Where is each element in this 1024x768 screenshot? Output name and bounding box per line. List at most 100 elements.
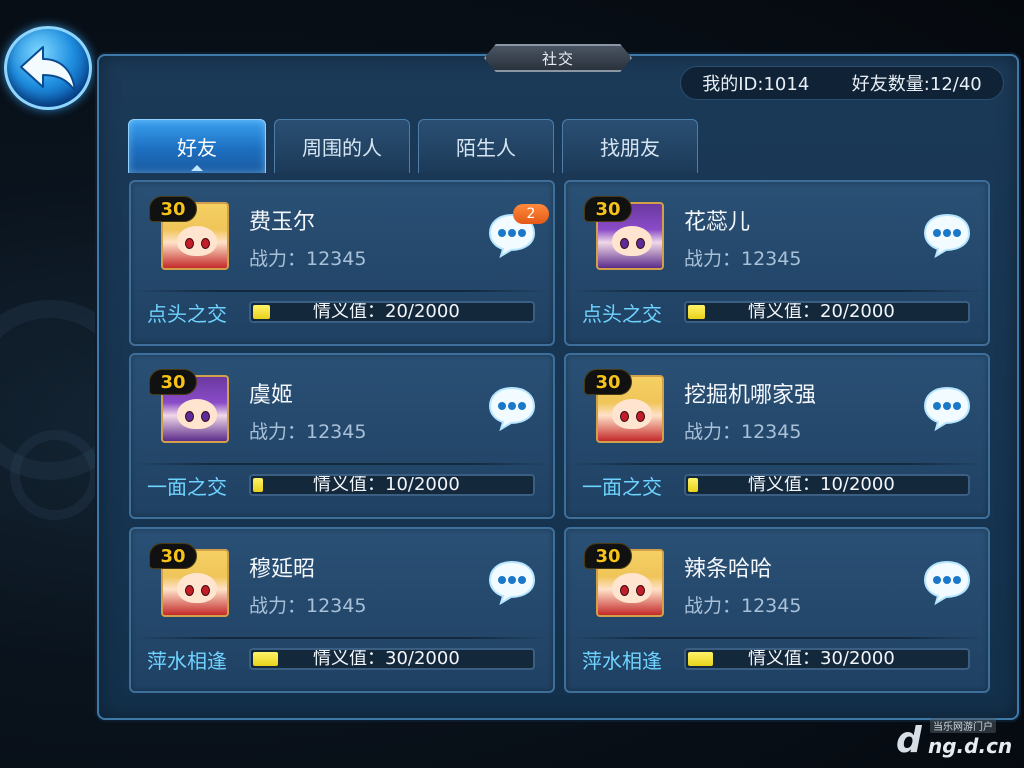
tab-label: 找朋友 [600,136,660,160]
friend-card[interactable]: 30 辣条哈哈 战力：12345 萍水相逢 情义值：30/2000 [564,527,990,693]
avatar-eye [636,238,645,249]
avatar-face [612,573,652,603]
intimacy-text: 情义值：20/2000 [748,301,895,322]
friend-name: 虞姬 [249,383,294,408]
relation-level: 点头之交 [147,302,227,326]
level-badge: 30 [584,196,632,222]
friend-card[interactable]: 30 费玉尔 战力：12345 2 点头之交 情义值：20/2000 [129,180,555,346]
background-swirl-small [10,430,100,520]
intimacy-text: 情义值：10/2000 [748,474,895,495]
tab-strangers[interactable]: 陌生人 [418,119,554,173]
chat-button[interactable] [487,385,537,432]
relation-level: 一面之交 [147,475,227,499]
friend-name: 花蕊儿 [684,210,751,235]
relation-level: 点头之交 [582,302,662,326]
tab-label: 陌生人 [456,136,516,160]
friend-power: 战力：12345 [684,421,802,443]
relation-level: 萍水相逢 [147,649,227,673]
friend-power: 战力：12345 [249,248,367,270]
chat-button[interactable] [922,559,972,606]
tab-nearby[interactable]: 周围的人 [274,119,410,173]
avatar-eye [620,585,629,596]
avatar-face [177,399,217,429]
intimacy-bar: 情义值：30/2000 [249,648,535,670]
intimacy-bar-fill [253,478,263,492]
card-divider [135,463,549,465]
friend-power: 战力：12345 [684,595,802,617]
level-badge: 30 [149,543,197,569]
chat-button[interactable] [487,559,537,606]
intimacy-text: 情义值：20/2000 [313,301,460,322]
avatar-eye [620,238,629,249]
card-divider [570,290,984,292]
level-badge: 30 [584,369,632,395]
panel-title: 社交 [484,44,632,72]
avatar-face [612,399,652,429]
chat-button[interactable] [922,212,972,259]
intimacy-bar-fill [688,652,713,666]
avatar-eye [620,411,629,422]
avatar-eye [636,411,645,422]
unread-badge: 2 [513,204,549,224]
friend-name: 费玉尔 [249,210,316,235]
avatar-face [177,226,217,256]
friend-card[interactable]: 30 挖掘机哪家强 战力：12345 一面之交 情义值：10/2000 [564,353,990,519]
intimacy-text: 情义值：10/2000 [313,474,460,495]
intimacy-bar: 情义值：10/2000 [684,474,970,496]
intimacy-bar-fill [688,478,698,492]
avatar-face [612,226,652,256]
watermark-main: ng.d.cn [928,734,1013,758]
level-badge: 30 [149,369,197,395]
intimacy-text: 情义值：30/2000 [748,648,895,669]
intimacy-bar-fill [253,652,278,666]
level-badge: 30 [149,196,197,222]
tab-friends[interactable]: 好友 [128,119,266,173]
intimacy-bar-fill [688,305,705,319]
friend-name: 辣条哈哈 [684,557,773,582]
avatar-eye [201,411,210,422]
card-divider [570,637,984,639]
relation-level: 萍水相逢 [582,649,662,673]
chat-button[interactable] [922,385,972,432]
friend-card[interactable]: 30 虞姬 战力：12345 一面之交 情义值：10/2000 [129,353,555,519]
friend-name: 穆延昭 [249,557,316,582]
avatar-eye [185,585,194,596]
friend-card[interactable]: 30 穆延昭 战力：12345 萍水相逢 情义值：30/2000 [129,527,555,693]
watermark: d 当乐网游门户 ng.d.cn [896,718,1016,762]
chat-bubble-icon [488,560,536,606]
friend-power: 战力：12345 [249,595,367,617]
friend-card[interactable]: 30 花蕊儿 战力：12345 点头之交 情义值：20/2000 [564,180,990,346]
tab-label: 周围的人 [302,136,382,160]
avatar-face [177,573,217,603]
back-arrow-icon [20,46,76,92]
intimacy-bar: 情义值：20/2000 [684,301,970,323]
tab-label: 好友 [177,136,217,160]
watermark-logo: d [896,720,922,761]
friend-name: 挖掘机哪家强 [684,383,817,408]
intimacy-bar: 情义值：20/2000 [249,301,535,323]
intimacy-bar: 情义值：10/2000 [249,474,535,496]
card-divider [135,290,549,292]
back-button[interactable] [4,26,92,110]
id-info-box: 我的ID:1014 好友数量:12/40 [680,66,1004,100]
avatar-eye [185,411,194,422]
tab-find-friends[interactable]: 找朋友 [562,119,698,173]
friend-count: 好友数量:12/40 [851,74,982,95]
avatar-eye [201,238,210,249]
card-divider [135,637,549,639]
relation-level: 一面之交 [582,475,662,499]
card-divider [570,463,984,465]
avatar-eye [201,585,210,596]
friend-power: 战力：12345 [249,421,367,443]
intimacy-bar: 情义值：30/2000 [684,648,970,670]
intimacy-text: 情义值：30/2000 [313,648,460,669]
avatar-eye [185,238,194,249]
friend-power: 战力：12345 [684,248,802,270]
my-id: 我的ID:1014 [702,74,810,95]
chat-bubble-icon [923,560,971,606]
avatar-eye [636,585,645,596]
chat-bubble-icon [923,213,971,259]
watermark-top: 当乐网游门户 [930,718,996,733]
tab-bar: 好友 周围的人 陌生人 找朋友 [128,119,698,173]
level-badge: 30 [584,543,632,569]
